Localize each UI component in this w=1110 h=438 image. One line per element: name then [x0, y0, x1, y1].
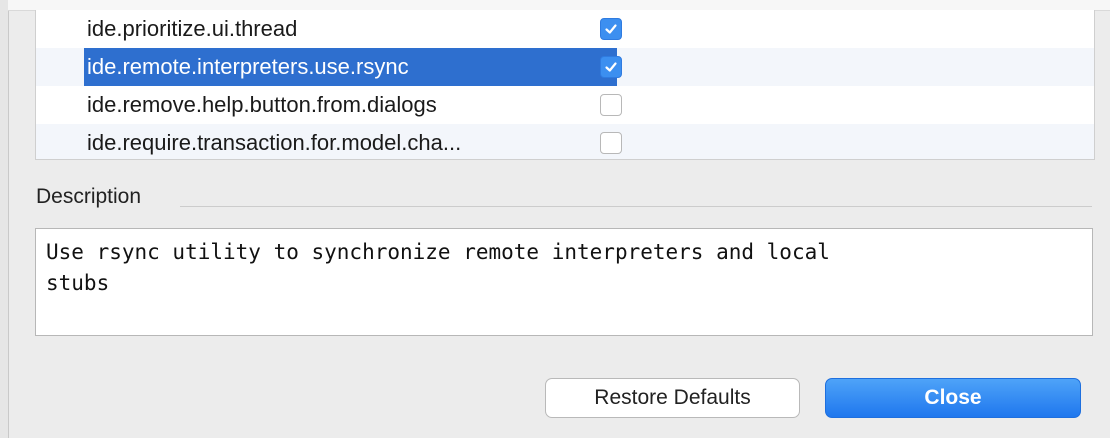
close-button[interactable]: Close: [825, 378, 1081, 418]
registry-value-checkbox[interactable]: [600, 132, 622, 154]
registry-key[interactable]: ide.require.transaction.for.model.cha...: [84, 124, 617, 159]
description-text: Use rsync utility to synchronize remote …: [35, 228, 1093, 336]
registry-value-checkbox[interactable]: [600, 56, 622, 78]
restore-defaults-button[interactable]: Restore Defaults: [545, 378, 800, 418]
registry-value-checkbox[interactable]: [600, 18, 622, 40]
registry-list[interactable]: ide.prioritize.ui.thread ide.remote.inte…: [35, 10, 1095, 160]
window-left-edge: [0, 0, 9, 438]
registry-row[interactable]: ide.remove.help.button.from.dialogs: [36, 86, 1094, 124]
registry-key[interactable]: ide.prioritize.ui.thread: [84, 10, 617, 48]
checkmark-icon: [605, 24, 617, 34]
registry-key[interactable]: ide.remote.interpreters.use.rsync: [84, 48, 617, 86]
description-title: Description: [36, 185, 142, 208]
registry-key[interactable]: ide.remove.help.button.from.dialogs: [84, 86, 617, 124]
registry-row[interactable]: ide.prioritize.ui.thread: [36, 10, 1094, 48]
registry-row[interactable]: ide.require.transaction.for.model.cha...: [36, 124, 1094, 159]
description-separator: [180, 206, 1092, 207]
checkmark-icon: [605, 62, 617, 72]
registry-row[interactable]: ide.remote.interpreters.use.rsync: [36, 48, 1094, 86]
registry-value-checkbox[interactable]: [600, 94, 622, 116]
